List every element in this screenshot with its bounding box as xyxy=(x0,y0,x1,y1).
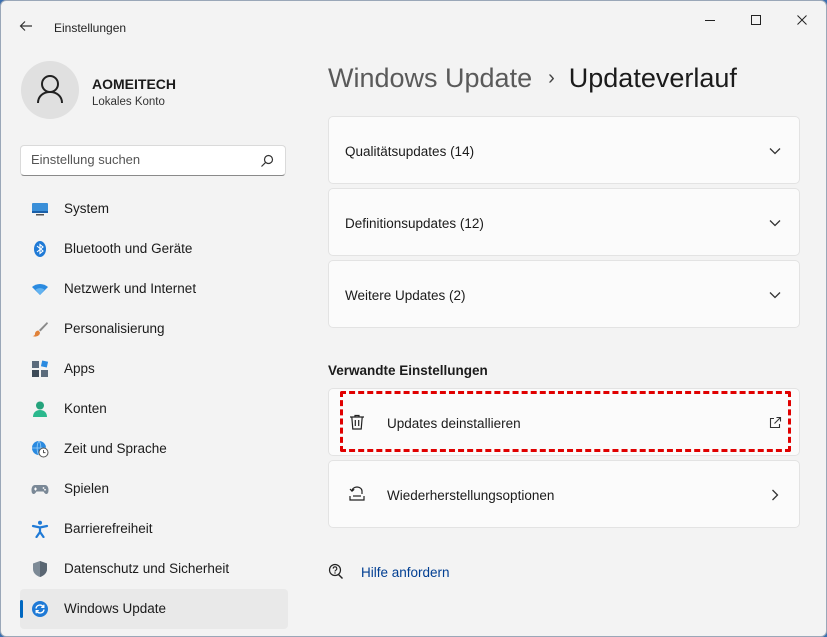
close-icon xyxy=(797,15,807,25)
sidebar-item-label: Barrierefreiheit xyxy=(64,521,153,536)
recovery-icon xyxy=(349,486,365,501)
related-settings-title: Verwandte Einstellungen xyxy=(328,363,488,378)
user-icon xyxy=(37,75,63,104)
chevron-down-icon xyxy=(769,292,781,299)
update-icon xyxy=(32,601,48,617)
system-icon xyxy=(32,203,48,216)
sidebar-item-label: Zeit und Sprache xyxy=(64,441,167,456)
back-arrow-icon xyxy=(19,21,32,31)
sidebar-item-accounts[interactable]: Konten xyxy=(20,389,288,429)
history-group-other[interactable]: Weitere Updates (2) xyxy=(328,260,800,328)
breadcrumb-parent[interactable]: Windows Update xyxy=(328,63,532,93)
minimize-button[interactable] xyxy=(687,11,733,31)
app-title: Einstellungen xyxy=(54,21,127,35)
maximize-icon xyxy=(751,15,761,25)
trash-icon xyxy=(350,414,364,430)
sidebar-item-network[interactable]: Netzwerk und Internet xyxy=(20,269,288,309)
sidebar-item-gaming[interactable]: Spielen xyxy=(20,469,288,509)
search-box[interactable] xyxy=(20,145,286,176)
sidebar-item-label: Apps xyxy=(64,361,95,376)
sidebar-item-apps[interactable]: Apps xyxy=(20,349,288,389)
minimize-icon xyxy=(705,20,715,21)
breadcrumb: Windows Update › Updateverlauf xyxy=(328,63,737,94)
accessibility-icon xyxy=(31,520,49,538)
help-icon xyxy=(328,563,343,579)
breadcrumb-separator: › xyxy=(548,67,555,89)
chevron-down-icon xyxy=(769,148,781,155)
sidebar-item-label: Bluetooth und Geräte xyxy=(64,241,193,256)
close-button[interactable] xyxy=(779,11,825,31)
uninstall-updates-link[interactable]: Updates deinstallieren xyxy=(328,388,800,456)
bluetooth-icon xyxy=(34,241,46,257)
search-icon[interactable] xyxy=(259,153,275,169)
search-input[interactable] xyxy=(31,152,251,167)
settings-window: Einstellungen AOMEITECH Lokales Konto Ei… xyxy=(0,0,827,637)
apps-icon xyxy=(32,360,49,377)
sidebar-item-label: Konten xyxy=(64,401,107,416)
recovery-options-label: Wiederherstellungsoptionen xyxy=(387,488,555,503)
sidebar-item-bluetooth[interactable]: Bluetooth und Geräte xyxy=(20,229,288,269)
gamepad-icon xyxy=(31,485,49,494)
sidebar-item-accessibility[interactable]: Barrierefreiheit xyxy=(20,509,288,549)
avatar[interactable] xyxy=(21,61,79,119)
uninstall-updates-label: Updates deinstallieren xyxy=(387,416,521,431)
recovery-options-link[interactable]: Wiederherstellungsoptionen xyxy=(328,460,800,528)
history-group-label: Weitere Updates (2) xyxy=(345,288,466,303)
title-bar: Einstellungen xyxy=(1,1,826,41)
history-group-definition[interactable]: Definitionsupdates (12) xyxy=(328,188,800,256)
external-link-icon xyxy=(769,416,782,429)
sidebar-nav: System Bluetooth und Geräte Netzwerk und… xyxy=(20,189,288,629)
wifi-icon xyxy=(32,284,48,295)
get-help-link[interactable]: Hilfe anfordern xyxy=(361,565,450,580)
sidebar-item-label: Datenschutz und Sicherheit xyxy=(64,561,230,576)
sidebar-item-windows-update[interactable]: Windows Update xyxy=(20,589,288,629)
maximize-button[interactable] xyxy=(733,11,779,31)
sidebar-item-label: Netzwerk und Internet xyxy=(64,281,197,296)
sidebar-item-label: Windows Update xyxy=(64,601,167,616)
chevron-right-icon xyxy=(772,489,779,501)
back-button[interactable] xyxy=(15,15,37,37)
brush-icon xyxy=(32,322,48,337)
sidebar-item-label: System xyxy=(64,201,110,216)
user-name: AOMEITECH xyxy=(92,76,176,92)
sidebar-item-personalization[interactable]: Personalisierung xyxy=(20,309,288,349)
history-group-label: Qualitätsupdates (14) xyxy=(345,144,475,159)
person-icon xyxy=(33,401,47,417)
globe-clock-icon xyxy=(32,440,49,458)
sidebar-item-system[interactable]: System xyxy=(20,189,288,229)
shield-icon xyxy=(33,561,47,577)
sidebar-item-label: Personalisierung xyxy=(64,321,165,336)
account-type: Lokales Konto xyxy=(92,96,165,108)
chevron-down-icon xyxy=(769,220,781,227)
sidebar-item-privacy[interactable]: Datenschutz und Sicherheit xyxy=(20,549,288,589)
page-title: Updateverlauf xyxy=(568,63,737,93)
sidebar-item-time-language[interactable]: Zeit und Sprache xyxy=(20,429,288,469)
sidebar-item-label: Spielen xyxy=(64,481,110,496)
history-group-label: Definitionsupdates (12) xyxy=(345,216,484,231)
history-group-quality[interactable]: Qualitätsupdates (14) xyxy=(328,116,800,184)
